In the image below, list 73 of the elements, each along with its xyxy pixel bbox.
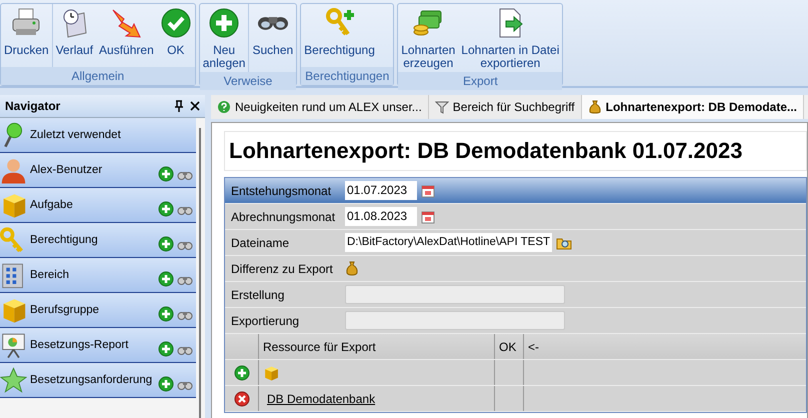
checkmark-icon <box>160 7 192 39</box>
funnel-icon <box>434 100 449 114</box>
field-label: Entstehungsmonat <box>231 184 332 198</box>
date-field[interactable]: 01.08.2023 <box>345 207 417 226</box>
field-label: Exportierung <box>231 314 300 328</box>
page-title: Lohnartenexport: DB Demodatenbank 01.07.2023 <box>224 131 807 171</box>
field-label: Differenz zu Export <box>231 262 334 276</box>
ribbon-button[interactable]: Neu anlegen <box>200 4 248 72</box>
binoculars-icon[interactable] <box>177 379 193 391</box>
navigator-item[interactable]: Besetzungsanforderung <box>0 363 196 398</box>
pin-icon[interactable] <box>174 100 184 112</box>
navigator-item[interactable]: Aufgabe <box>0 188 196 223</box>
binoculars-icon[interactable] <box>177 274 193 286</box>
navigator-item[interactable]: Alex-Benutzer <box>0 153 196 188</box>
add-icon[interactable] <box>158 166 174 182</box>
add-icon[interactable] <box>158 201 174 217</box>
ribbon-button[interactable]: Lohnarten erzeugen <box>398 4 458 72</box>
ribbon-button[interactable]: Verlauf <box>52 4 96 67</box>
form-row[interactable]: Erstellung <box>225 282 806 308</box>
close-icon[interactable] <box>190 101 200 111</box>
navigator-item[interactable]: Zuletzt verwendet <box>0 118 196 153</box>
binoculars-icon[interactable] <box>177 344 193 356</box>
ribbon-button[interactable]: Ausführen <box>96 4 157 67</box>
binoculars-icon[interactable] <box>177 204 193 216</box>
ribbon-button[interactable]: Lohnarten in Datei exportieren <box>458 4 562 72</box>
navigator-item[interactable]: Berechtigung <box>0 223 196 258</box>
column-header[interactable]: OK <box>494 334 523 359</box>
form-row[interactable]: Differenz zu Export <box>225 256 806 282</box>
star-icon <box>0 365 27 395</box>
binoculars-icon[interactable] <box>177 169 193 181</box>
date-field[interactable]: 01.07.2023 <box>345 181 417 200</box>
form-row[interactable]: Entstehungsmonat 01.07.2023 <box>225 178 806 204</box>
binoculars-icon[interactable] <box>177 239 193 251</box>
group-label: Berechtigungen <box>301 67 394 85</box>
binoculars-icon <box>258 16 288 30</box>
field-label: Erstellung <box>231 288 286 302</box>
ribbon-button[interactable]: Berechtigung <box>301 4 378 67</box>
column-header[interactable]: Ressource für Export <box>258 334 494 359</box>
add-icon[interactable] <box>158 236 174 252</box>
add-icon[interactable] <box>158 341 174 357</box>
ribbon-button[interactable]: OK <box>156 4 195 67</box>
money-bag-icon <box>588 100 602 114</box>
lightning-arrow-icon <box>110 7 142 39</box>
resource-link[interactable]: DB Demodatenbank <box>263 392 376 406</box>
document-tab[interactable]: Bereich für Suchbegriff <box>428 95 582 119</box>
add-icon[interactable] <box>234 364 250 380</box>
delete-icon[interactable] <box>234 390 250 406</box>
document-tab[interactable]: Neuigkeiten rund um ALEX unser... <box>211 95 429 119</box>
group-label: Verweise <box>200 72 296 90</box>
calendar-icon[interactable] <box>421 184 435 198</box>
folder-search-icon[interactable] <box>556 236 572 250</box>
navigator-title: Navigator <box>5 99 62 113</box>
navigator-item[interactable]: Berufsgruppe <box>0 293 196 328</box>
group-label: Export <box>398 72 562 90</box>
ribbon-button[interactable]: Drucken <box>1 4 52 67</box>
money-bag-icon[interactable] <box>345 261 359 276</box>
add-icon[interactable] <box>158 306 174 322</box>
field-label: Dateiname <box>231 236 290 250</box>
form-row[interactable]: Abrechnungsmonat 01.08.2023 <box>225 204 806 230</box>
navigator-item[interactable]: Bereich <box>0 258 196 293</box>
form-row[interactable]: Dateiname D:\BitFactory\AlexDat\Hotline\API TEST <box>225 230 806 256</box>
add-icon[interactable] <box>158 376 174 392</box>
field-label: Abrechnungsmonat <box>231 210 336 224</box>
calendar-icon[interactable] <box>421 210 435 224</box>
binoculars-icon[interactable] <box>177 309 193 321</box>
group-label: Allgemein <box>1 67 195 85</box>
navigator-item[interactable]: Besetzungs-Report <box>0 328 196 363</box>
document-tab[interactable]: Lohnartenexport: DB Demodate... <box>582 95 804 119</box>
file-path-field[interactable]: D:\BitFactory\AlexDat\Hotline\API TEST <box>345 233 552 252</box>
add-icon[interactable] <box>158 271 174 287</box>
add-icon <box>208 7 240 39</box>
help-icon <box>217 100 231 114</box>
column-header[interactable]: <- <box>523 334 806 359</box>
